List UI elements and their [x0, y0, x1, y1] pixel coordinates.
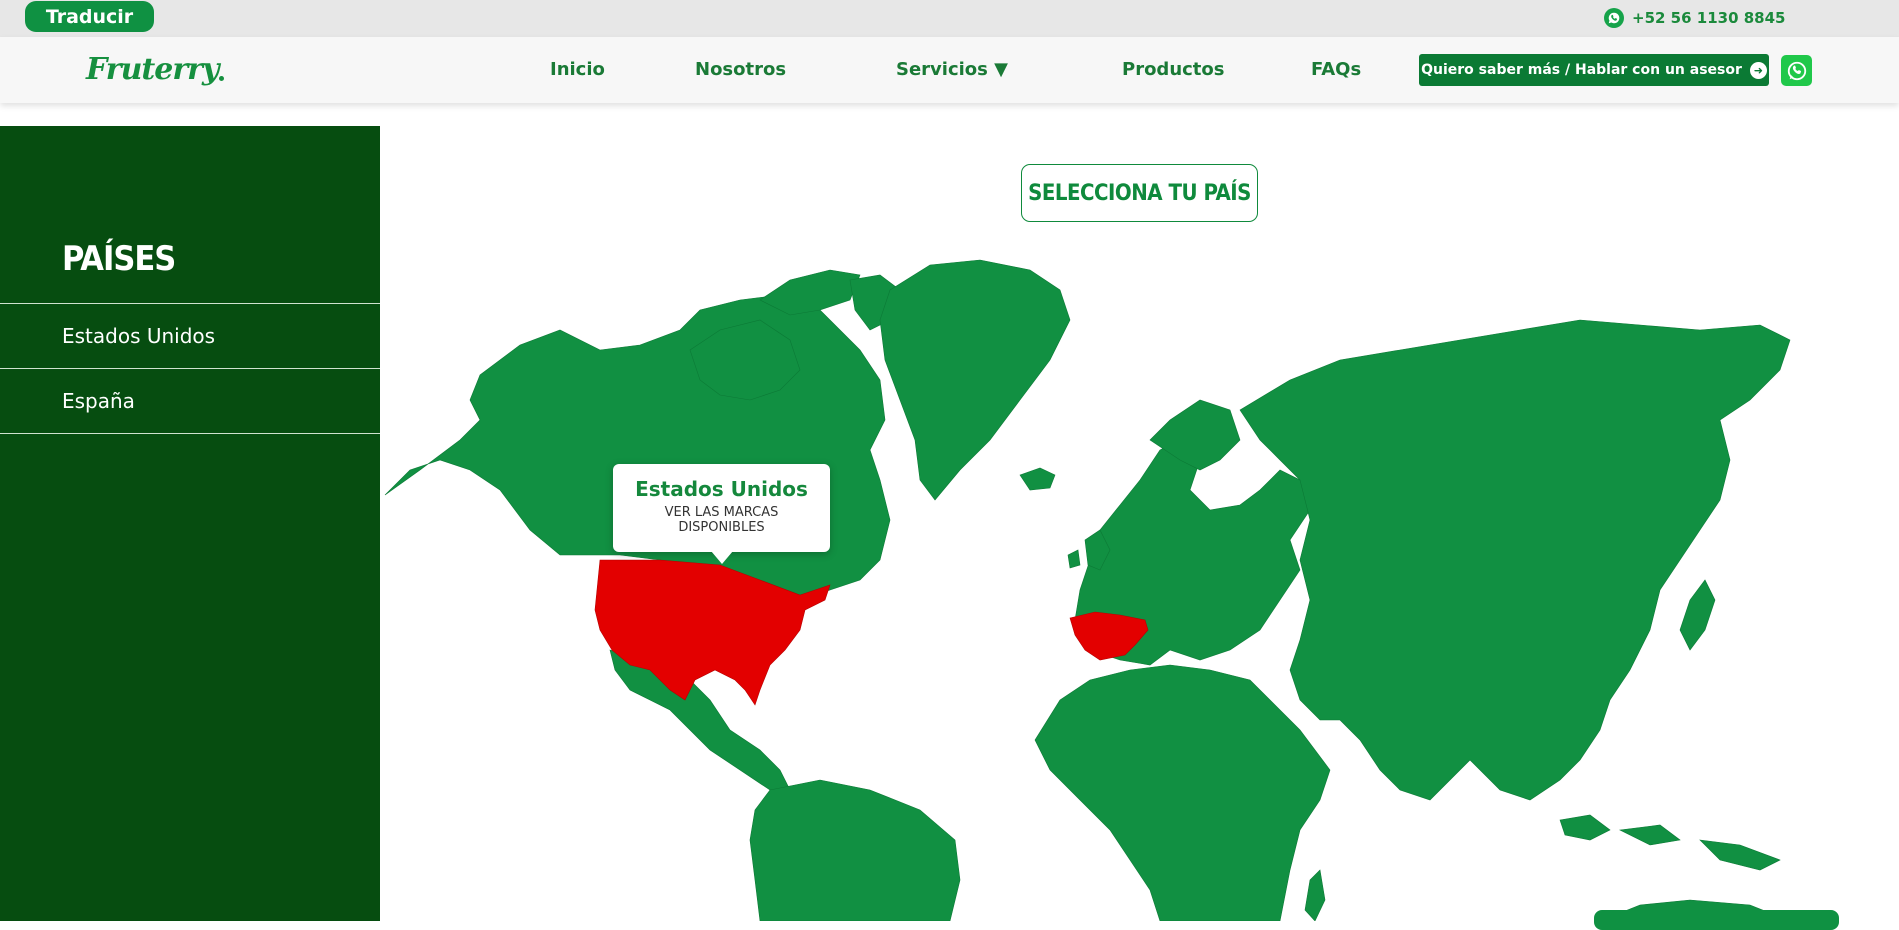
logo-dot: [219, 75, 225, 81]
select-country-heading: SELECCIONA TU PAÍS: [1021, 164, 1258, 222]
brand-logo[interactable]: Fruterry: [86, 47, 225, 91]
world-map: [384, 259, 1791, 921]
translate-button[interactable]: Traducir: [25, 1, 154, 32]
countries-sidebar: PAÍSES Estados Unidos España: [0, 126, 380, 921]
country-item-espana[interactable]: España: [0, 369, 380, 434]
country-list: Estados Unidos España: [0, 303, 380, 434]
whatsapp-icon: [1604, 8, 1624, 28]
arrow-right-icon: ➜: [1749, 61, 1767, 79]
contact-advisor-button[interactable]: Quiero saber más / Hablar con un asesor …: [1419, 54, 1769, 86]
country-tooltip[interactable]: Estados Unidos VER LAS MARCAS DISPONIBLE…: [613, 464, 830, 564]
map-region-canada[interactable]: [384, 294, 891, 601]
cta-label: Quiero saber más / Hablar con un asesor: [1421, 62, 1742, 78]
main-navbar: Fruterry Inicio Nosotros Servicios ▼ Pro…: [0, 37, 1899, 103]
nav-servicios[interactable]: Servicios ▼: [896, 59, 1008, 80]
tooltip-title: Estados Unidos: [635, 477, 808, 501]
country-item-estados-unidos[interactable]: Estados Unidos: [0, 304, 380, 369]
tooltip-view-brands: VER LAS MARCAS DISPONIBLES: [664, 505, 779, 535]
map-region-south-america[interactable]: [749, 779, 961, 921]
phone-contact[interactable]: +52 56 1130 8845: [1604, 7, 1785, 29]
logo-text: Fruterry: [86, 51, 219, 87]
map-region-africa[interactable]: [1034, 664, 1331, 921]
bottom-card-edge: [1594, 910, 1839, 930]
map-region-greenland[interactable]: [879, 259, 1071, 501]
map-region-asia[interactable]: [1239, 319, 1791, 801]
nav-inicio[interactable]: Inicio: [550, 59, 605, 80]
phone-number: +52 56 1130 8845: [1632, 9, 1786, 27]
top-utility-bar: Traducir +52 56 1130 8845: [0, 0, 1899, 37]
whatsapp-icon: [1787, 61, 1806, 80]
sidebar-title: PAÍSES: [62, 239, 176, 279]
nav-faqs[interactable]: FAQs: [1311, 59, 1361, 80]
nav-productos[interactable]: Productos: [1122, 59, 1225, 80]
whatsapp-button[interactable]: [1781, 55, 1812, 86]
nav-nosotros[interactable]: Nosotros: [695, 59, 786, 80]
